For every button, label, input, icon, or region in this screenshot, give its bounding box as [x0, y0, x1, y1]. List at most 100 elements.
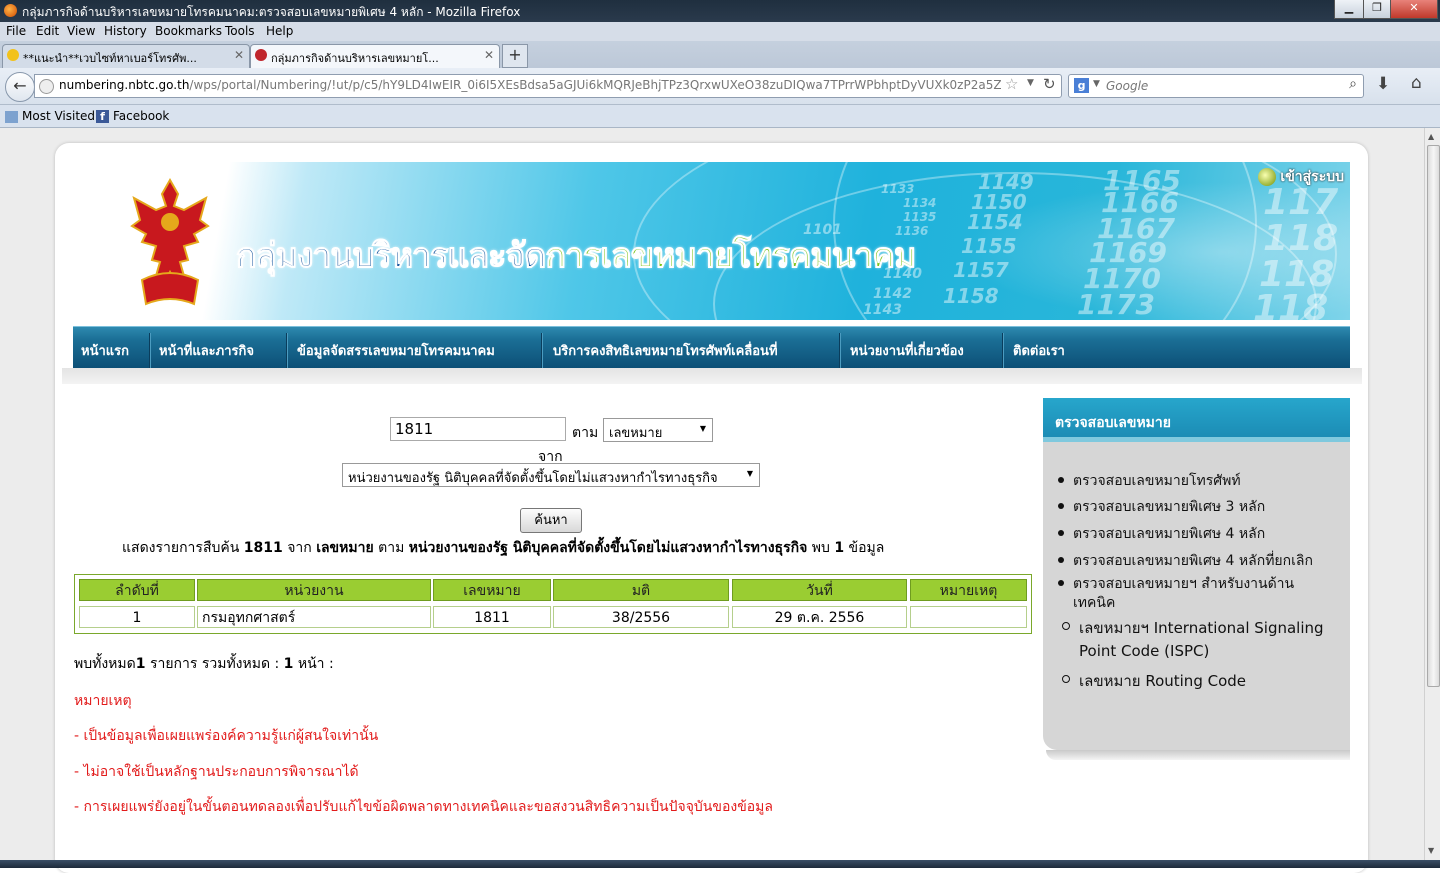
field-select-value: เลขหมาย — [609, 426, 663, 441]
circle-bullet-icon — [1062, 675, 1070, 683]
table-cell-agency: กรมอุทกศาสตร์ — [197, 606, 431, 628]
bookmark-most-visited[interactable]: Most Visited — [5, 109, 95, 123]
sidebar-link-special-3[interactable]: ตรวจสอบเลขหมายพิเศษ 3 หลัก — [1073, 496, 1265, 518]
menu-edit[interactable]: Edit — [36, 24, 59, 38]
chevron-down-icon[interactable]: ▼ — [1093, 79, 1100, 89]
download-icon[interactable]: ⬇ — [1376, 74, 1390, 94]
menu-file[interactable]: File — [6, 24, 26, 38]
search-bar[interactable]: g ▼ Google ⌕ — [1068, 74, 1364, 98]
chevron-down-icon: ▼ — [699, 424, 706, 433]
chevron-down-icon[interactable]: ▼ — [1027, 78, 1034, 88]
sidebar-sublink-ispc[interactable]: เลขหมายฯ International Signaling — [1079, 616, 1324, 640]
sidebar-sublink-ispc-cont[interactable]: Point Code (ISPC) — [1079, 642, 1209, 660]
bookmark-facebook[interactable]: f Facebook — [96, 109, 169, 123]
scroll-down-icon[interactable]: ▼ — [1428, 846, 1434, 855]
notes-heading: หมายเหตุ — [74, 693, 132, 709]
nav-contact[interactable]: ติดต่อเรา — [1013, 327, 1065, 368]
nav-duties[interactable]: หน้าที่และภารกิจ — [159, 327, 254, 368]
close-tab-icon[interactable]: ✕ — [484, 48, 494, 62]
navigation-toolbar: ← numbering.nbtc.go.th/wps/portal/Number… — [0, 68, 1440, 105]
sidebar-link-phone[interactable]: ตรวจสอบเลขหมายโทรศัพท์ — [1073, 470, 1241, 492]
os-taskbar — [0, 860, 1440, 868]
nav-related-agencies[interactable]: หน่วยงานที่เกี่ยวข้อง — [850, 327, 964, 368]
window-titlebar: กลุ่มภารกิจด้านบริหารเลขหมายโทรคมนาคม:ตร… — [0, 0, 1440, 22]
site-banner: 1149 1165 1150 1166 1154 1167 1155 1169 … — [73, 162, 1350, 320]
table-cell-remark — [910, 606, 1027, 628]
search-button[interactable]: ค้นหา — [520, 508, 582, 533]
bookmark-star-icon[interactable]: ☆ — [1005, 75, 1018, 93]
new-tab-button[interactable]: + — [502, 44, 528, 68]
sidebar-link-special-4[interactable]: ตรวจสอบเลขหมายพิเศษ 4 หลัก — [1073, 523, 1265, 545]
url-bar[interactable]: numbering.nbtc.go.th/wps/portal/Numberin… — [34, 74, 1062, 98]
tab-label: **แนะนำ**เวบไซท์หาเบอร์โทรศัพ... — [23, 52, 197, 65]
scroll-thumb[interactable] — [1427, 145, 1440, 687]
pagination-info: พบทั้งหมด1 รายการ รวมทั้งหมด : 1 หน้า : — [74, 656, 334, 672]
vertical-scrollbar[interactable]: ▲ ▼ — [1424, 128, 1440, 860]
tab-numbering-guide[interactable]: **แนะนำ**เวบไซท์หาเบอร์โทรศัพ... ✕ — [2, 44, 250, 68]
nav-separator — [839, 333, 841, 368]
banner-number: 1158 — [943, 284, 999, 308]
col-header-order: ลำดับที่ — [79, 579, 195, 601]
col-header-remark: หมายเหตุ — [910, 579, 1027, 601]
nav-mnp[interactable]: บริการคงสิทธิเลขหมายโทรศัพท์เคลื่อนที่ — [553, 327, 778, 368]
sidebar-link-special-4-cancelled[interactable]: ตรวจสอบเลขหมายพิเศษ 4 หลักที่ยกเลิก — [1073, 550, 1313, 572]
maximize-button[interactable]: ❐ — [1363, 0, 1391, 19]
nav-separator — [149, 333, 151, 368]
menu-view[interactable]: View — [67, 24, 95, 38]
scroll-up-icon[interactable]: ▲ — [1428, 132, 1434, 141]
banner-number: 1173 — [1077, 288, 1155, 320]
banner-number: 1154 — [967, 210, 1023, 234]
nav-separator — [1002, 333, 1004, 368]
sidebar-link-technical-cont[interactable]: เทคนิค — [1073, 592, 1115, 614]
home-icon[interactable]: ⌂ — [1411, 73, 1422, 93]
result-table: ลำดับที่ หน่วยงาน เลขหมาย มติ วันที่ หมา… — [74, 574, 1032, 634]
menu-tools[interactable]: Tools — [225, 24, 255, 38]
window-title: กลุ่มภารกิจด้านบริหารเลขหมายโทรคมนาคม:ตร… — [22, 5, 521, 19]
banner-number: 1134 — [903, 196, 937, 210]
table-cell-resolution: 38/2556 — [553, 606, 729, 628]
nav-home[interactable]: หน้าแรก — [81, 327, 129, 368]
note-item: - ไม่อาจใช้เป็นหลักฐานประกอบการพิจารณาได… — [74, 764, 359, 780]
sidebar-title: ตรวจสอบเลขหมาย — [1055, 415, 1171, 431]
category-select-value: หน่วยงานของรัฐ นิติบุคคลที่จัดตั้งขึ้นโด… — [348, 471, 718, 486]
search-input[interactable]: Google — [1106, 79, 1148, 93]
google-icon[interactable]: g — [1074, 78, 1089, 93]
menu-bookmarks[interactable]: Bookmarks — [155, 24, 222, 38]
globe-icon — [39, 79, 54, 94]
menu-history[interactable]: History — [104, 24, 147, 38]
garuda-icon — [255, 49, 267, 61]
url-text[interactable]: numbering.nbtc.go.th/wps/portal/Numberin… — [59, 78, 1001, 92]
banner-number: 1142 — [873, 286, 912, 302]
tab-active-nbtc[interactable]: กลุ่มภารกิจด้านบริหารเลขหมายโ... ✕ — [250, 44, 500, 68]
bullet-icon — [1058, 477, 1064, 483]
field-select[interactable]: เลขหมาย ▼ — [603, 418, 713, 442]
sidebar-shadow — [1046, 750, 1350, 760]
banner-number: 1157 — [953, 258, 1009, 282]
facebook-icon: f — [96, 110, 109, 123]
reload-icon[interactable]: ↻ — [1043, 75, 1056, 93]
close-tab-icon[interactable]: ✕ — [234, 48, 244, 62]
back-button[interactable]: ← — [5, 72, 35, 102]
menu-help[interactable]: Help — [266, 24, 293, 38]
sidebar-header-strip — [1043, 437, 1350, 442]
by-label: ตาม — [572, 425, 599, 441]
category-select[interactable]: หน่วยงานของรัฐ นิติบุคคลที่จัดตั้งขึ้นโด… — [342, 463, 760, 487]
banner-number: 1143 — [863, 302, 902, 318]
close-button[interactable]: ✕ — [1390, 0, 1438, 19]
table-cell-date: 29 ต.ค. 2556 — [732, 606, 907, 628]
note-item: - การเผยแพร่ยังอยู่ในขั้นตอนทดลองเพื่อปร… — [74, 799, 773, 815]
sidebar-sublink-routing[interactable]: เลขหมาย Routing Code — [1079, 669, 1246, 693]
bookmark-folder-icon — [5, 110, 18, 123]
login-button[interactable]: เข้าสู่ระบบ — [1258, 166, 1344, 190]
table-cell-number: 1811 — [433, 606, 551, 628]
nav-allocation-data[interactable]: ข้อมูลจัดสรรเลขหมายโทรคมนาคม — [297, 327, 495, 368]
key-icon — [1258, 168, 1277, 186]
banner-title: กลุ่มงานบริหารและจัดการเลขหมายโทรคมนาคม — [235, 236, 916, 277]
bullet-icon — [1058, 530, 1064, 536]
bullet-icon — [1058, 580, 1064, 586]
bullet-icon — [1058, 503, 1064, 509]
table-cell-order: 1 — [79, 606, 195, 628]
minimize-button[interactable]: ▁ — [1334, 0, 1364, 19]
number-input[interactable] — [390, 417, 566, 441]
search-icon[interactable]: ⌕ — [1349, 76, 1357, 92]
